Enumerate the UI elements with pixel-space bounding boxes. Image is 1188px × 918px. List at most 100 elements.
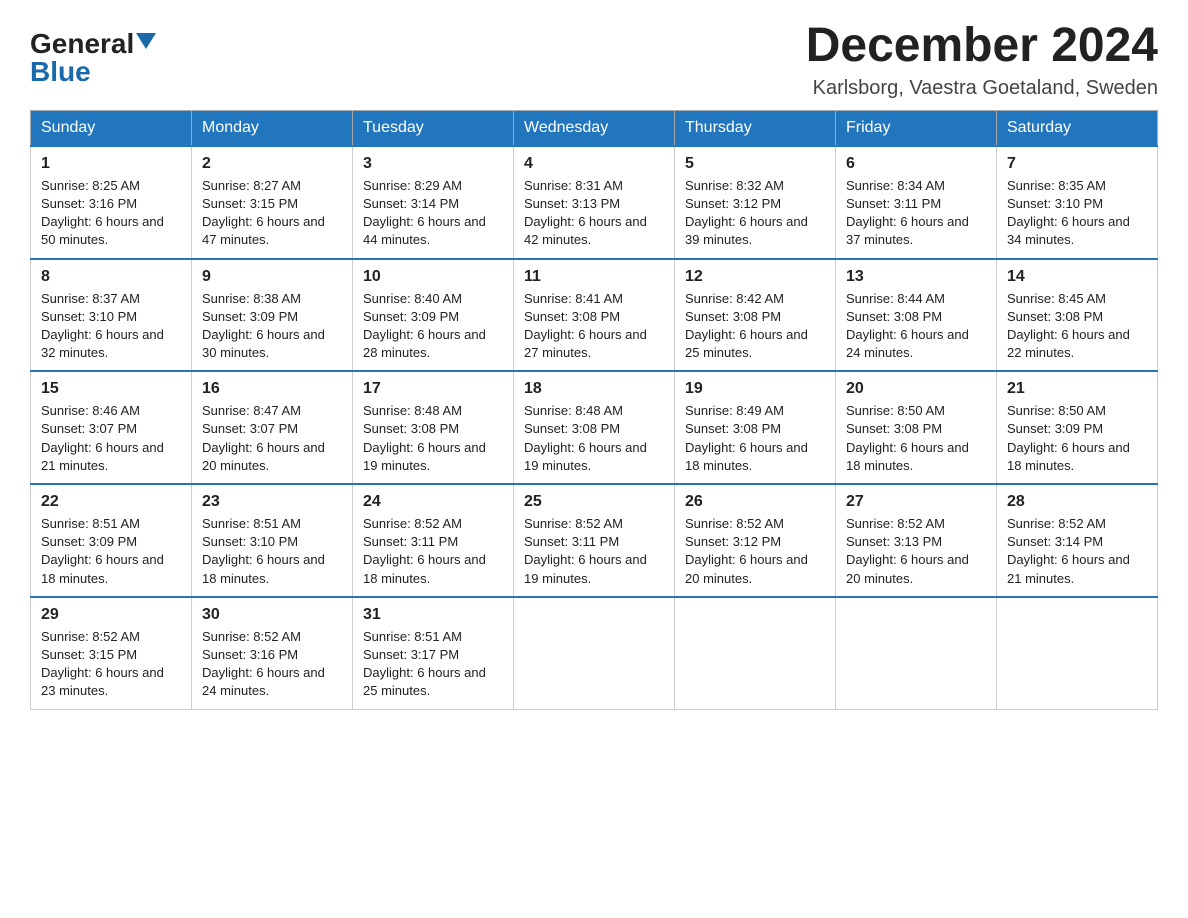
day-number: 19: [685, 380, 825, 398]
day-number: 17: [363, 380, 503, 398]
day-number: 10: [363, 268, 503, 286]
day-number: 6: [846, 155, 986, 173]
day-number: 14: [1007, 268, 1147, 286]
location-subtitle: Karlsborg, Vaestra Goetaland, Sweden: [806, 77, 1158, 100]
calendar-cell: 5 Sunrise: 8:32 AMSunset: 3:12 PMDaylight…: [675, 146, 836, 259]
calendar-cell: 13Sunrise: 8:44 AMSunset: 3:08 PMDayligh…: [836, 259, 997, 372]
day-number: 23: [202, 493, 342, 511]
calendar-cell: 28 Sunrise: 8:52 AMSunset: 3:14 PMDayligh…: [997, 484, 1158, 597]
day-number: 4: [524, 155, 664, 173]
day-info: Sunrise: 8:34 AMSunset: 3:11 PMDaylight:…: [846, 177, 986, 250]
day-number: 24: [363, 493, 503, 511]
calendar-cell: [514, 597, 675, 709]
day-info: Sunrise: 8:52 AMSunset: 3:16 PMDaylight:…: [202, 628, 342, 701]
calendar-header-monday: Monday: [192, 110, 353, 146]
calendar-week-row: 15 Sunrise: 8:46 AMSunset: 3:07 PMDayligh…: [31, 371, 1158, 484]
day-info: Sunrise: 8:46 AMSunset: 3:07 PMDaylight:…: [41, 402, 181, 475]
calendar-cell: 25 Sunrise: 8:52 AMSunset: 3:11 PMDayligh…: [514, 484, 675, 597]
calendar-header-friday: Friday: [836, 110, 997, 146]
day-info: Sunrise: 8:51 AMSunset: 3:10 PMDaylight:…: [202, 515, 342, 588]
day-info: Sunrise: 8:50 AMSunset: 3:09 PMDaylight:…: [1007, 402, 1147, 475]
day-info: Sunrise: 8:50 AMSunset: 3:08 PMDaylight:…: [846, 402, 986, 475]
calendar-cell: 21 Sunrise: 8:50 AMSunset: 3:09 PMDayligh…: [997, 371, 1158, 484]
calendar-cell: 22Sunrise: 8:51 AMSunset: 3:09 PMDayligh…: [31, 484, 192, 597]
day-info: Sunrise: 8:42 AMSunset: 3:08 PMDaylight:…: [685, 290, 825, 363]
day-info: Sunrise: 8:27 AMSunset: 3:15 PMDaylight:…: [202, 177, 342, 250]
day-number: 1: [41, 155, 181, 173]
calendar-cell: 12 Sunrise: 8:42 AMSunset: 3:08 PMDayligh…: [675, 259, 836, 372]
calendar-week-row: 8 Sunrise: 8:37 AMSunset: 3:10 PMDaylight…: [31, 259, 1158, 372]
day-info: Sunrise: 8:49 AMSunset: 3:08 PMDaylight:…: [685, 402, 825, 475]
day-info: Sunrise: 8:51 AMSunset: 3:09 PMDaylight:…: [41, 515, 181, 588]
day-number: 5: [685, 155, 825, 173]
day-number: 29: [41, 606, 181, 624]
page-header: General Blue December 2024 Karlsborg, Va…: [30, 20, 1158, 100]
day-info: Sunrise: 8:51 AMSunset: 3:17 PMDaylight:…: [363, 628, 503, 701]
calendar-cell: 26 Sunrise: 8:52 AMSunset: 3:12 PMDayligh…: [675, 484, 836, 597]
calendar-cell: 20Sunrise: 8:50 AMSunset: 3:08 PMDayligh…: [836, 371, 997, 484]
day-number: 2: [202, 155, 342, 173]
day-number: 28: [1007, 493, 1147, 511]
day-number: 9: [202, 268, 342, 286]
calendar-cell: 31Sunrise: 8:51 AMSunset: 3:17 PMDayligh…: [353, 597, 514, 709]
day-info: Sunrise: 8:35 AMSunset: 3:10 PMDaylight:…: [1007, 177, 1147, 250]
calendar-header-saturday: Saturday: [997, 110, 1158, 146]
day-number: 11: [524, 268, 664, 286]
day-number: 18: [524, 380, 664, 398]
day-info: Sunrise: 8:41 AMSunset: 3:08 PMDaylight:…: [524, 290, 664, 363]
calendar-week-row: 22Sunrise: 8:51 AMSunset: 3:09 PMDayligh…: [31, 484, 1158, 597]
calendar-cell: 7Sunrise: 8:35 AMSunset: 3:10 PMDaylight…: [997, 146, 1158, 259]
day-info: Sunrise: 8:29 AMSunset: 3:14 PMDaylight:…: [363, 177, 503, 250]
calendar-week-row: 1 Sunrise: 8:25 AMSunset: 3:16 PMDaylight…: [31, 146, 1158, 259]
calendar-cell: [997, 597, 1158, 709]
calendar-cell: 27 Sunrise: 8:52 AMSunset: 3:13 PMDayligh…: [836, 484, 997, 597]
day-number: 13: [846, 268, 986, 286]
calendar-cell: 23 Sunrise: 8:51 AMSunset: 3:10 PMDayligh…: [192, 484, 353, 597]
day-info: Sunrise: 8:52 AMSunset: 3:12 PMDaylight:…: [685, 515, 825, 588]
calendar-header-tuesday: Tuesday: [353, 110, 514, 146]
calendar-cell: 17 Sunrise: 8:48 AMSunset: 3:08 PMDayligh…: [353, 371, 514, 484]
calendar-cell: 8 Sunrise: 8:37 AMSunset: 3:10 PMDaylight…: [31, 259, 192, 372]
day-info: Sunrise: 8:52 AMSunset: 3:14 PMDaylight:…: [1007, 515, 1147, 588]
calendar-cell: 3 Sunrise: 8:29 AMSunset: 3:14 PMDaylight…: [353, 146, 514, 259]
day-info: Sunrise: 8:38 AMSunset: 3:09 PMDaylight:…: [202, 290, 342, 363]
logo-triangle-icon: [136, 33, 156, 49]
day-number: 8: [41, 268, 181, 286]
calendar-cell: 11 Sunrise: 8:41 AMSunset: 3:08 PMDayligh…: [514, 259, 675, 372]
calendar-header-row: SundayMondayTuesdayWednesdayThursdayFrid…: [31, 110, 1158, 146]
day-number: 27: [846, 493, 986, 511]
day-info: Sunrise: 8:52 AMSunset: 3:11 PMDaylight:…: [363, 515, 503, 588]
calendar-header-wednesday: Wednesday: [514, 110, 675, 146]
day-number: 16: [202, 380, 342, 398]
calendar-week-row: 29Sunrise: 8:52 AMSunset: 3:15 PMDayligh…: [31, 597, 1158, 709]
calendar-cell: 1 Sunrise: 8:25 AMSunset: 3:16 PMDaylight…: [31, 146, 192, 259]
calendar-cell: [836, 597, 997, 709]
calendar-cell: 4Sunrise: 8:31 AMSunset: 3:13 PMDaylight…: [514, 146, 675, 259]
day-info: Sunrise: 8:52 AMSunset: 3:13 PMDaylight:…: [846, 515, 986, 588]
day-number: 25: [524, 493, 664, 511]
day-number: 30: [202, 606, 342, 624]
day-info: Sunrise: 8:40 AMSunset: 3:09 PMDaylight:…: [363, 290, 503, 363]
day-info: Sunrise: 8:32 AMSunset: 3:12 PMDaylight:…: [685, 177, 825, 250]
day-number: 21: [1007, 380, 1147, 398]
calendar-cell: 16 Sunrise: 8:47 AMSunset: 3:07 PMDayligh…: [192, 371, 353, 484]
day-info: Sunrise: 8:48 AMSunset: 3:08 PMDaylight:…: [363, 402, 503, 475]
day-number: 26: [685, 493, 825, 511]
calendar-header-sunday: Sunday: [31, 110, 192, 146]
day-info: Sunrise: 8:52 AMSunset: 3:11 PMDaylight:…: [524, 515, 664, 588]
day-info: Sunrise: 8:47 AMSunset: 3:07 PMDaylight:…: [202, 402, 342, 475]
day-number: 3: [363, 155, 503, 173]
day-info: Sunrise: 8:45 AMSunset: 3:08 PMDaylight:…: [1007, 290, 1147, 363]
calendar-cell: 24 Sunrise: 8:52 AMSunset: 3:11 PMDayligh…: [353, 484, 514, 597]
day-number: 12: [685, 268, 825, 286]
calendar-cell: 19 Sunrise: 8:49 AMSunset: 3:08 PMDayligh…: [675, 371, 836, 484]
calendar-cell: [675, 597, 836, 709]
calendar-header-thursday: Thursday: [675, 110, 836, 146]
calendar-table: SundayMondayTuesdayWednesdayThursdayFrid…: [30, 110, 1158, 710]
day-info: Sunrise: 8:37 AMSunset: 3:10 PMDaylight:…: [41, 290, 181, 363]
calendar-cell: 29Sunrise: 8:52 AMSunset: 3:15 PMDayligh…: [31, 597, 192, 709]
calendar-cell: 14 Sunrise: 8:45 AMSunset: 3:08 PMDayligh…: [997, 259, 1158, 372]
day-info: Sunrise: 8:25 AMSunset: 3:16 PMDaylight:…: [41, 177, 181, 250]
day-info: Sunrise: 8:48 AMSunset: 3:08 PMDaylight:…: [524, 402, 664, 475]
day-number: 15: [41, 380, 181, 398]
